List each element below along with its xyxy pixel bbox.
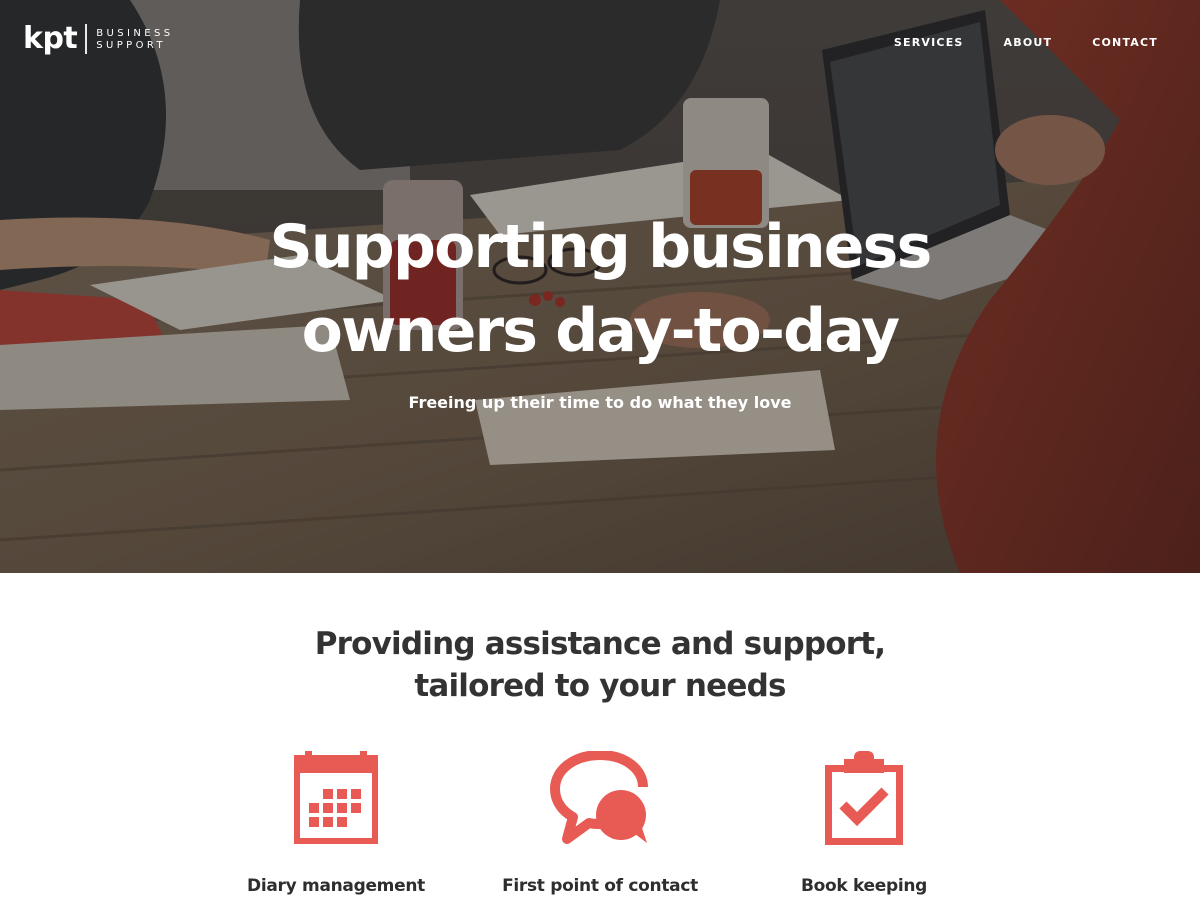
hero-title-line1: Supporting business <box>269 212 932 282</box>
brand-logo[interactable]: kpt BUSINESS SUPPORT <box>23 22 173 56</box>
hero-title-line2: owners day-to-day <box>301 296 901 366</box>
clipboard-check-icon <box>825 751 903 845</box>
brand-divider <box>85 24 88 54</box>
services-heading-line1: Providing assistance and support, <box>314 626 886 662</box>
navbar: kpt BUSINESS SUPPORT SERVICES ABOUT CONT… <box>0 0 1200 80</box>
chat-bubbles-icon <box>550 751 648 844</box>
main-nav: SERVICES ABOUT CONTACT <box>894 36 1158 50</box>
nav-link-contact[interactable]: CONTACT <box>1092 36 1158 50</box>
brand-logo-text: kpt <box>23 21 78 56</box>
nav-link-about[interactable]: ABOUT <box>1004 36 1053 50</box>
hero-subtitle: Freeing up their time to do what they lo… <box>408 393 792 412</box>
service-diary-management: Diary management <box>206 751 466 896</box>
brand-tagline-line2: SUPPORT <box>96 39 167 51</box>
services-heading: Providing assistance and support, tailor… <box>0 623 1200 707</box>
service-label: First point of contact <box>502 876 698 896</box>
services-heading-line2: tailored to your needs <box>414 668 786 704</box>
hero-title: Supporting business owners day-to-day <box>0 205 1200 373</box>
services-section: Providing assistance and support, tailor… <box>0 573 1200 900</box>
brand-tagline: BUSINESS SUPPORT <box>96 28 173 52</box>
service-first-point-of-contact: First point of contact <box>470 751 730 896</box>
service-book-keeping: Book keeping <box>734 751 994 896</box>
nav-link-services[interactable]: SERVICES <box>894 36 964 50</box>
calendar-icon <box>294 751 378 844</box>
brand-tagline-line1: BUSINESS <box>96 27 174 39</box>
hero-section: kpt BUSINESS SUPPORT SERVICES ABOUT CONT… <box>0 0 1200 573</box>
service-label: Diary management <box>247 876 425 896</box>
service-label: Book keeping <box>800 876 928 896</box>
